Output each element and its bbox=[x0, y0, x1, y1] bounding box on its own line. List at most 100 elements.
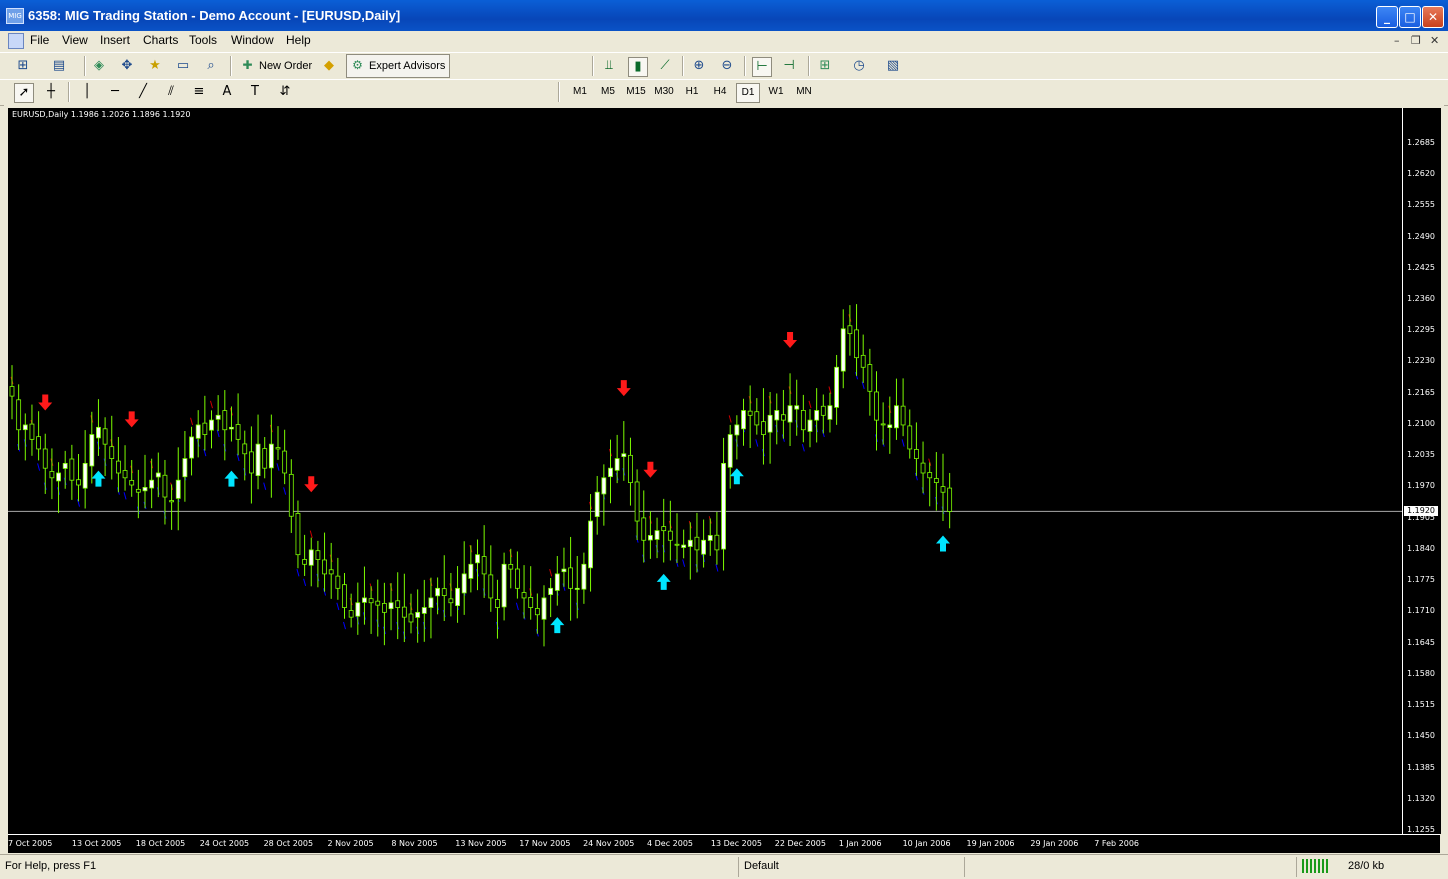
equidistant-channel-icon[interactable]: ⫽ bbox=[162, 83, 180, 101]
menu-charts[interactable]: Charts bbox=[143, 33, 178, 47]
tester-icon[interactable]: ⌕ bbox=[202, 57, 220, 75]
price-tick-label: 1.2165 bbox=[1407, 387, 1435, 397]
new-chart-icon[interactable]: ⊞ bbox=[14, 57, 32, 75]
candle-body bbox=[741, 410, 746, 430]
connection-bars-icon bbox=[1302, 859, 1328, 873]
chart-area[interactable]: EURUSD,Daily 1.1986 1.2026 1.1896 1.1920 bbox=[8, 108, 1402, 834]
signal-segment bbox=[303, 578, 307, 587]
signal-segment bbox=[801, 444, 805, 452]
price-tick-label: 1.2620 bbox=[1407, 169, 1435, 179]
candle-body bbox=[189, 436, 194, 459]
minimize-button[interactable]: _ bbox=[1376, 6, 1398, 28]
text-icon[interactable]: A bbox=[218, 83, 236, 101]
candle-body bbox=[255, 443, 261, 476]
menu-insert[interactable]: Insert bbox=[100, 33, 130, 47]
profiles-icon[interactable]: ▤ bbox=[50, 57, 68, 75]
status-bar: For Help, press F1 Default 28/0 kb bbox=[0, 854, 1448, 879]
time-tick-label: 17 Nov 2005 bbox=[519, 839, 571, 848]
indicators-icon[interactable]: ⊞ bbox=[816, 57, 834, 75]
status-help: For Help, press F1 bbox=[5, 860, 97, 872]
price-axis[interactable]: 1.2685 1.2620 1.2555 1.2490 1.2425 1.2360 1.22… bbox=[1402, 108, 1441, 834]
chart-shift-icon[interactable]: ⊣ bbox=[780, 57, 798, 75]
candle-body bbox=[328, 569, 334, 575]
candle-body bbox=[681, 544, 687, 548]
timeframe-mn[interactable]: MN bbox=[792, 83, 816, 101]
timeframe-h1[interactable]: H1 bbox=[680, 83, 704, 101]
price-tick-label: 1.1710 bbox=[1407, 606, 1435, 616]
signal-segment bbox=[296, 568, 300, 577]
templates-icon[interactable]: ▧ bbox=[884, 57, 902, 75]
timeframe-d1[interactable]: D1 bbox=[736, 83, 760, 103]
text-label-icon[interactable]: T bbox=[246, 83, 264, 101]
metaeditor-icon[interactable]: ◆ bbox=[320, 57, 338, 75]
candle-body bbox=[701, 539, 706, 555]
trendline-icon[interactable]: ╱ bbox=[134, 83, 152, 101]
sell-arrow-icon bbox=[616, 380, 631, 397]
price-tick-label: 1.2295 bbox=[1407, 325, 1435, 335]
timeframe-m15[interactable]: M15 bbox=[624, 83, 648, 101]
menu-file[interactable]: File bbox=[30, 33, 49, 47]
candlestick-plot bbox=[8, 304, 1402, 647]
timeframe-w1[interactable]: W1 bbox=[764, 83, 788, 101]
document-icon[interactable] bbox=[8, 33, 24, 49]
candle-body bbox=[368, 598, 374, 604]
candle-body bbox=[628, 454, 633, 484]
expert-advisors-button[interactable]: ⚙ Expert Advisors bbox=[346, 54, 451, 78]
zoom-out-icon[interactable]: ⊖ bbox=[718, 57, 736, 75]
mdi-minimize-button[interactable]: – bbox=[1394, 34, 1400, 47]
maximize-button[interactable]: □ bbox=[1399, 6, 1421, 28]
navigator-icon[interactable]: ✥ bbox=[118, 57, 136, 75]
sell-arrow-icon bbox=[783, 332, 798, 349]
fibonacci-icon[interactable]: ≡ bbox=[190, 83, 208, 101]
candle-body bbox=[448, 598, 454, 604]
price-tick-label: 1.2100 bbox=[1407, 418, 1435, 428]
candle-body bbox=[574, 587, 580, 590]
menu-tools[interactable]: Tools bbox=[189, 33, 217, 47]
buy-arrow-icon bbox=[224, 470, 239, 487]
new-order-button[interactable]: ✚ New Order bbox=[236, 54, 317, 78]
candle-body bbox=[521, 592, 527, 599]
timeframe-h4[interactable]: H4 bbox=[708, 83, 732, 101]
menu-help[interactable]: Help bbox=[286, 33, 311, 47]
time-tick-label: 8 Nov 2005 bbox=[391, 839, 438, 848]
terminal-icon[interactable]: ▭ bbox=[174, 57, 192, 75]
close-button[interactable]: ✕ bbox=[1422, 6, 1444, 28]
signal-segment bbox=[755, 439, 759, 447]
timeframe-m1[interactable]: M1 bbox=[568, 83, 592, 101]
candle-body bbox=[275, 447, 281, 450]
candle-body bbox=[322, 559, 327, 575]
cursor-icon[interactable]: ➚ bbox=[14, 83, 34, 103]
drawing-toolbar: ➚ ┼ │ ─ ╱ ⫽ ≡ A T ⇵ M1 M5 M15 M30 H1 H4 … bbox=[0, 79, 1448, 106]
favorites-icon[interactable]: ★ bbox=[146, 57, 164, 75]
line-chart-icon[interactable]: ⟋ bbox=[656, 57, 674, 75]
zoom-in-icon[interactable]: ⊕ bbox=[690, 57, 708, 75]
time-axis[interactable]: 7 Oct 2005 13 Oct 2005 18 Oct 2005 24 Oct 2… bbox=[8, 834, 1440, 853]
timeframe-m30[interactable]: M30 bbox=[652, 83, 676, 101]
bar-chart-icon[interactable]: ⫫ bbox=[600, 57, 618, 75]
market-watch-icon[interactable]: ◈ bbox=[90, 57, 108, 75]
crosshair-icon[interactable]: ┼ bbox=[42, 83, 60, 101]
time-tick-label: 7 Feb 2006 bbox=[1094, 839, 1139, 848]
signal-segment bbox=[283, 487, 287, 495]
candle-body bbox=[129, 480, 135, 486]
menu-bar: File View Insert Charts Tools Window Hel… bbox=[0, 31, 1448, 51]
vertical-line-icon[interactable]: │ bbox=[78, 83, 96, 101]
candle-body bbox=[135, 488, 141, 493]
signal-segment bbox=[343, 621, 346, 630]
arrows-icon[interactable]: ⇵ bbox=[276, 83, 294, 101]
signal-segment bbox=[37, 463, 41, 471]
mdi-close-button[interactable]: ✕ bbox=[1430, 34, 1439, 47]
candle-body bbox=[508, 564, 514, 570]
signal-segment bbox=[828, 386, 832, 394]
horizontal-line-icon[interactable]: ─ bbox=[106, 83, 124, 101]
price-tick-label: 1.1320 bbox=[1407, 793, 1435, 803]
menu-window[interactable]: Window bbox=[231, 33, 274, 47]
mdi-restore-button[interactable]: ❐ bbox=[1411, 34, 1421, 47]
auto-scroll-icon[interactable]: ⊢ bbox=[752, 57, 772, 77]
app-icon: MIG bbox=[6, 8, 24, 24]
periods-icon[interactable]: ◷ bbox=[850, 57, 868, 75]
menu-view[interactable]: View bbox=[62, 33, 88, 47]
candlestick-icon[interactable]: ▮ bbox=[628, 57, 648, 77]
timeframe-m5[interactable]: M5 bbox=[596, 83, 620, 101]
candle-body bbox=[648, 535, 653, 541]
